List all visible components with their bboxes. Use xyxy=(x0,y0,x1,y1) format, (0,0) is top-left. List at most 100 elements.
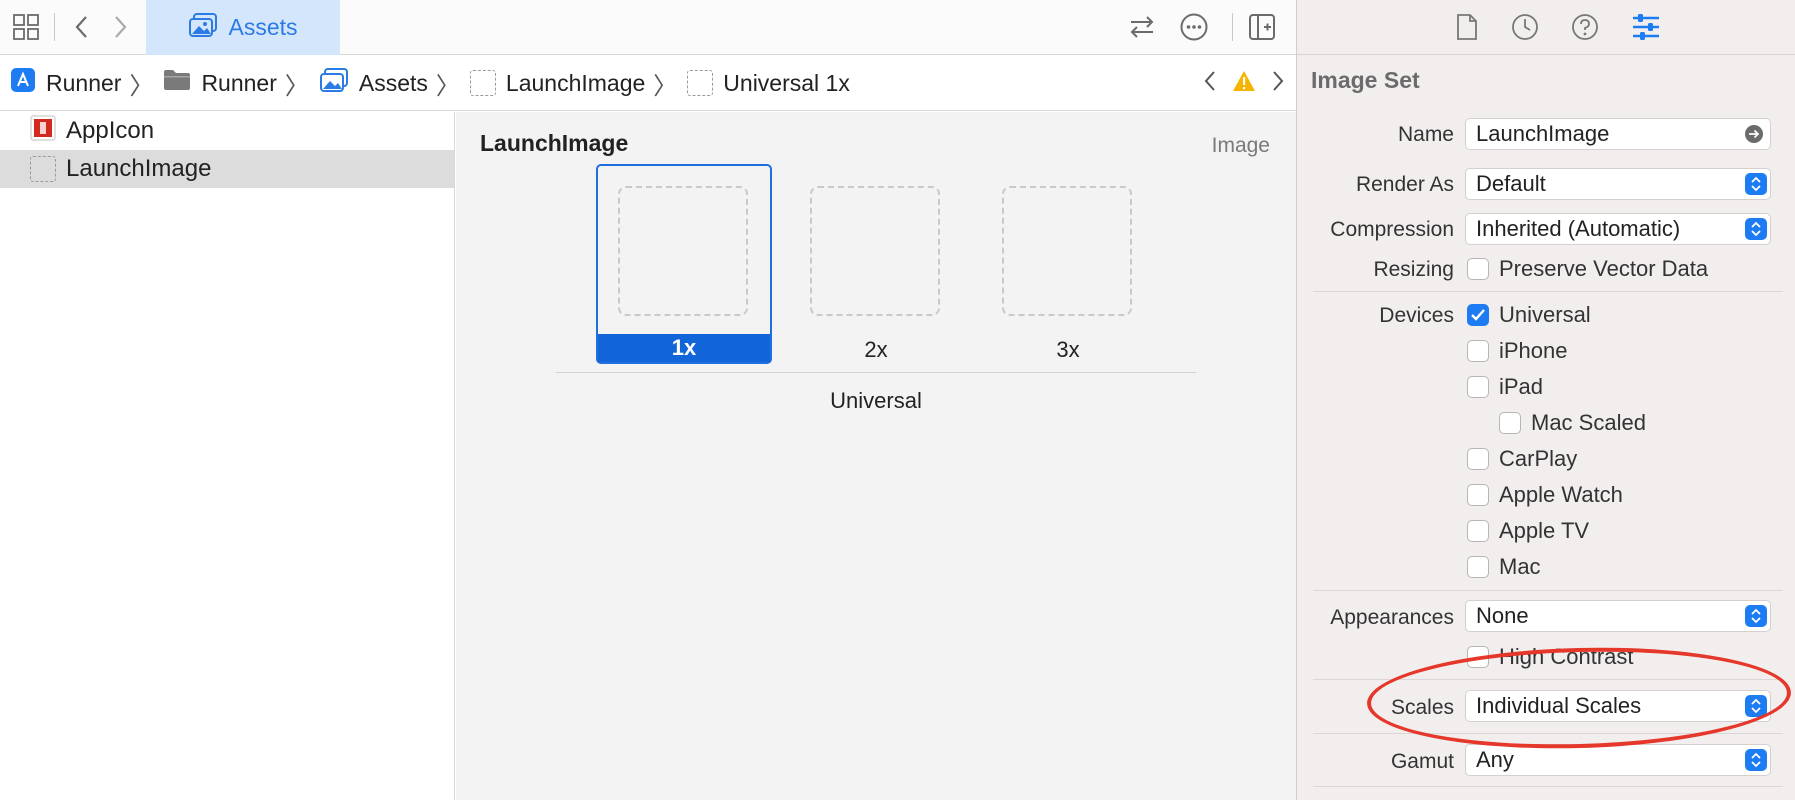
image-slot-2x[interactable]: 2x xyxy=(788,164,964,364)
image-slot-1x[interactable]: 1x xyxy=(596,164,772,364)
more-icon[interactable] xyxy=(1176,9,1212,45)
slot-label: 3x xyxy=(1056,337,1080,362)
checkbox-box[interactable] xyxy=(1467,448,1489,470)
checkbox-label: Mac Scaled xyxy=(1531,410,1646,435)
assets-icon xyxy=(188,12,218,44)
appicon-icon xyxy=(30,115,56,148)
chevron-left-icon[interactable] xyxy=(1202,69,1218,99)
slot-label: 2x xyxy=(864,337,888,362)
checkbox-box[interactable] xyxy=(1499,412,1521,434)
divider xyxy=(54,13,55,41)
editor-tab-bar: Assets xyxy=(0,0,1296,55)
chevron-right-icon[interactable] xyxy=(102,9,138,45)
add-editor-icon[interactable] xyxy=(1244,9,1280,45)
appearances-value: None xyxy=(1476,603,1529,628)
slot-group-label: Universal xyxy=(830,388,922,413)
render-as-label: Render As xyxy=(1355,173,1454,196)
chevron-right-icon[interactable] xyxy=(1270,69,1286,99)
breadcrumb-image-set[interactable]: LaunchImage xyxy=(469,69,646,97)
checkbox-box[interactable] xyxy=(1467,520,1489,542)
app-icon xyxy=(10,67,36,99)
placeholder-icon xyxy=(687,70,714,96)
slot-label: 1x xyxy=(598,334,770,362)
attributes-inspector-icon[interactable] xyxy=(1629,10,1663,44)
resizing-label: Resizing xyxy=(1373,258,1454,281)
image-drop-well[interactable] xyxy=(1002,186,1132,316)
device-checkbox-mac[interactable]: Mac xyxy=(1467,554,1541,580)
render-as-popup[interactable]: Default xyxy=(1465,168,1771,200)
breadcrumb-slot[interactable]: Universal 1x xyxy=(687,70,850,97)
device-checkbox-iphone[interactable]: iPhone xyxy=(1467,338,1568,364)
outline-item-label: LaunchImage xyxy=(66,155,212,182)
breadcrumb-label: Universal 1x xyxy=(723,69,850,96)
breadcrumb-assets[interactable]: Assets xyxy=(319,67,428,99)
checkbox-box[interactable] xyxy=(1467,258,1489,280)
popup-stepper-icon xyxy=(1745,173,1767,195)
image-drop-well[interactable] xyxy=(810,186,940,316)
breadcrumb-label: LaunchImage xyxy=(505,69,646,96)
gamut-value: Any xyxy=(1476,747,1514,772)
divider xyxy=(1313,590,1783,591)
name-field[interactable]: LaunchImage xyxy=(1465,118,1771,150)
divider xyxy=(1232,13,1233,41)
device-checkbox-carplay[interactable]: CarPlay xyxy=(1467,446,1577,472)
compression-popup[interactable]: Inherited (Automatic) xyxy=(1465,213,1771,245)
gamut-label: Gamut xyxy=(1390,750,1454,773)
issue-navigator xyxy=(1202,56,1286,111)
arrow-circle-icon[interactable] xyxy=(1744,124,1764,150)
breadcrumb-folder[interactable]: Runner xyxy=(163,68,277,98)
appearances-label: Appearances xyxy=(1330,606,1454,629)
breadcrumb-label: Assets xyxy=(358,69,428,96)
checkbox-box[interactable] xyxy=(1467,484,1489,506)
checkbox-box[interactable] xyxy=(1467,340,1489,362)
device-checkbox-apple-tv[interactable]: Apple TV xyxy=(1467,518,1589,544)
outline-item-launchimage[interactable]: LaunchImage xyxy=(0,150,454,188)
checkbox-label: Apple Watch xyxy=(1499,482,1623,507)
tab-assets[interactable]: Assets xyxy=(146,0,340,55)
assets-icon xyxy=(319,67,349,99)
outline-item-label: AppIcon xyxy=(66,117,155,144)
history-icon[interactable] xyxy=(1508,10,1542,44)
name-label: Name xyxy=(1397,123,1454,146)
file-inspector-icon[interactable] xyxy=(1450,10,1484,44)
device-checkbox-mac-scaled[interactable]: Mac Scaled xyxy=(1499,410,1646,436)
checkbox-label: CarPlay xyxy=(1499,446,1578,471)
breadcrumb-project[interactable]: Runner xyxy=(10,67,121,99)
image-drop-well[interactable] xyxy=(618,186,748,316)
name-value: LaunchImage xyxy=(1476,121,1610,146)
outline-item-appicon[interactable]: AppIcon xyxy=(0,112,454,150)
breadcrumb-chevron: 〉 xyxy=(284,72,309,100)
swap-icon[interactable] xyxy=(1124,9,1160,45)
placeholder-icon xyxy=(30,156,56,182)
chevron-left-icon[interactable] xyxy=(64,9,100,45)
jump-bar: Runner 〉 Runner 〉 Assets 〉 LaunchImage 〉… xyxy=(0,56,1296,111)
device-checkbox-ipad[interactable]: iPad xyxy=(1467,374,1543,400)
checkbox-label: iPad xyxy=(1499,374,1544,399)
appearances-popup[interactable]: None xyxy=(1465,600,1771,632)
preserve-vector-data-checkbox[interactable]: Preserve Vector Data xyxy=(1467,256,1708,282)
warning-icon[interactable] xyxy=(1232,70,1256,98)
image-set-kind: Image xyxy=(1211,134,1270,157)
divider xyxy=(556,372,1196,373)
help-icon[interactable] xyxy=(1568,10,1602,44)
checkbox-box[interactable] xyxy=(1467,556,1489,578)
breadcrumb-label: Runner xyxy=(46,69,122,96)
grid-icon[interactable] xyxy=(8,9,44,45)
checkbox-box[interactable] xyxy=(1467,304,1489,326)
inspector-tab-bar xyxy=(1297,0,1795,55)
inspector-section-title: Image Set xyxy=(1311,67,1420,93)
folder-icon xyxy=(163,68,191,98)
divider xyxy=(1313,786,1783,787)
breadcrumb-chevron: 〉 xyxy=(435,72,460,100)
checkbox-box[interactable] xyxy=(1467,376,1489,398)
device-checkbox-apple-watch[interactable]: Apple Watch xyxy=(1467,482,1623,508)
gamut-popup[interactable]: Any xyxy=(1465,744,1771,776)
checkbox-label: Mac xyxy=(1499,554,1541,579)
popup-stepper-icon xyxy=(1745,749,1767,771)
compression-value: Inherited (Automatic) xyxy=(1476,216,1681,241)
placeholder-icon xyxy=(469,70,496,96)
image-slot-3x[interactable]: 3x xyxy=(980,164,1156,364)
asset-outline: AppIcon LaunchImage xyxy=(0,112,455,800)
device-checkbox-universal[interactable]: Universal xyxy=(1467,302,1591,328)
checkbox-label: Preserve Vector Data xyxy=(1499,256,1709,281)
